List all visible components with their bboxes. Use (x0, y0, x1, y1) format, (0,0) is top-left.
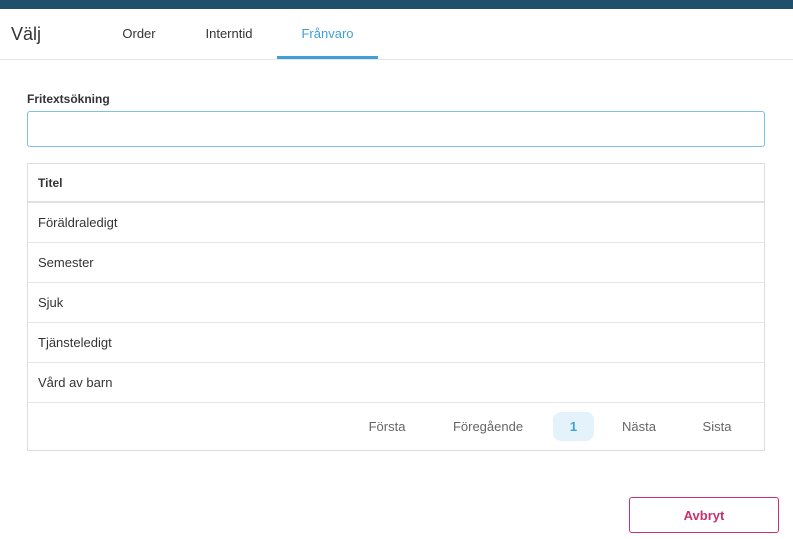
pagination: Första Föregående 1 Nästa Sista (28, 403, 764, 450)
dialog-title: Välj (11, 24, 42, 44)
active-tab-indicator (277, 56, 378, 59)
pagination-previous-button[interactable]: Föregående (440, 412, 536, 441)
table-row[interactable]: Tjänsteledigt (28, 323, 764, 363)
tab-label: Order (122, 26, 156, 41)
table-row[interactable]: Vård av barn (28, 363, 764, 403)
dialog-header: Välj Order Interntid Frånvaro (0, 9, 793, 60)
cancel-button[interactable]: Avbryt (629, 497, 779, 533)
search-input[interactable] (27, 111, 765, 147)
titles-table: Titel Föräldraledigt Semester Sjuk Tjäns… (27, 163, 765, 451)
tab-franvaro[interactable]: Frånvaro (277, 9, 378, 59)
pagination-current-page[interactable]: 1 (553, 412, 594, 441)
table-row[interactable]: Föräldraledigt (28, 203, 764, 243)
search-label: Fritextsökning (27, 92, 110, 106)
table-row[interactable]: Sjuk (28, 283, 764, 323)
table-row[interactable]: Semester (28, 243, 764, 283)
column-header-titel[interactable]: Titel (28, 164, 764, 203)
tab-order[interactable]: Order (103, 9, 175, 59)
tab-label: Interntid (205, 26, 253, 41)
pagination-first-button[interactable]: Första (355, 412, 419, 441)
pagination-next-button[interactable]: Nästa (612, 412, 666, 441)
pagination-last-button[interactable]: Sista (690, 412, 744, 441)
window-top-bar (0, 0, 793, 9)
tab-label: Frånvaro (301, 26, 354, 41)
tab-interntid[interactable]: Interntid (189, 9, 269, 59)
